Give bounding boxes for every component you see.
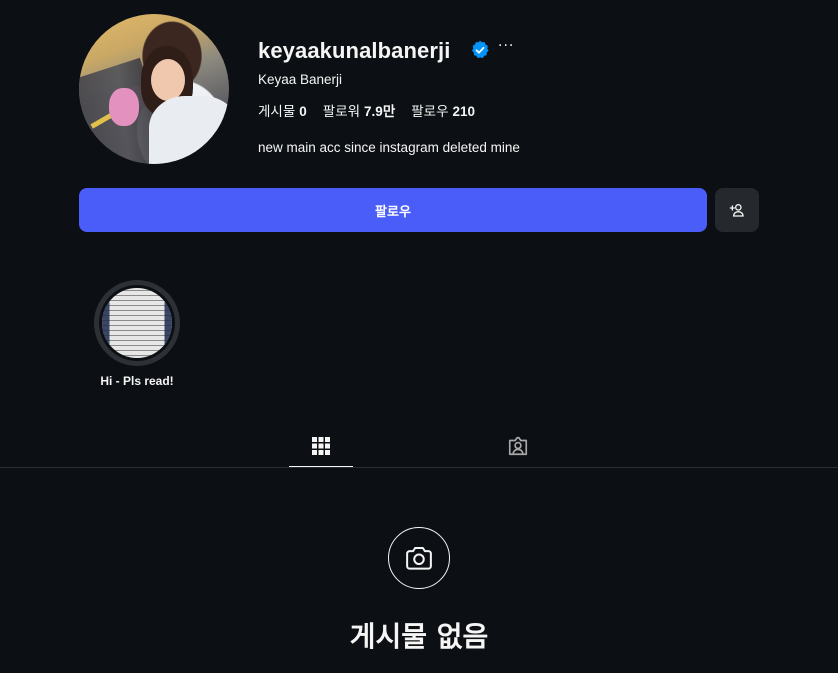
tab-posts[interactable] bbox=[289, 424, 353, 468]
profile-bio: new main acc since instagram deleted min… bbox=[258, 140, 520, 155]
verified-badge-icon bbox=[472, 40, 489, 59]
empty-state-camera bbox=[388, 527, 450, 589]
stat-value: 210 bbox=[452, 104, 476, 119]
suggest-users-button[interactable] bbox=[715, 188, 759, 232]
camera-icon bbox=[406, 547, 432, 570]
empty-state-title: 게시물 없음 bbox=[349, 620, 489, 653]
highlight-label: Hi - Pls read! bbox=[100, 374, 174, 388]
highlight-cover-image bbox=[102, 288, 172, 358]
tabs-divider bbox=[0, 467, 838, 468]
stat-value: 0 bbox=[299, 104, 307, 119]
profile-username: keyaakunalbanerji bbox=[258, 38, 451, 63]
grid-icon bbox=[312, 436, 330, 455]
stat-followers[interactable]: 팔로워 7.9만 bbox=[323, 100, 395, 120]
profile-full-name: Keyaa Banerji bbox=[258, 72, 343, 87]
add-user-icon bbox=[729, 204, 744, 217]
stat-label: 팔로워 bbox=[322, 104, 361, 119]
avatar-face bbox=[151, 59, 185, 101]
tab-tagged[interactable] bbox=[486, 424, 550, 467]
highlight-ring bbox=[99, 285, 175, 361]
stat-value: 7.9만 bbox=[364, 104, 396, 119]
avatar-baby bbox=[109, 88, 139, 126]
stat-following[interactable]: 팔로우 210 bbox=[411, 100, 475, 120]
profile-page: keyaakunalbanerji ··· Keyaa Banerji 게시물 0… bbox=[0, 0, 838, 673]
story-highlight[interactable] bbox=[94, 280, 180, 366]
avatar-body bbox=[149, 96, 229, 164]
profile-avatar[interactable] bbox=[79, 14, 229, 164]
stat-label: 게시물 bbox=[258, 104, 296, 119]
stat-posts: 게시물 0 bbox=[258, 100, 307, 120]
profile-stats: 게시물 0 팔로워 7.9만 팔로우 210 bbox=[258, 100, 475, 120]
stat-label: 팔로우 bbox=[411, 104, 449, 119]
follow-button[interactable]: 팔로우 bbox=[79, 188, 707, 232]
more-options-icon[interactable]: ··· bbox=[498, 38, 514, 54]
tagged-icon bbox=[508, 436, 528, 455]
